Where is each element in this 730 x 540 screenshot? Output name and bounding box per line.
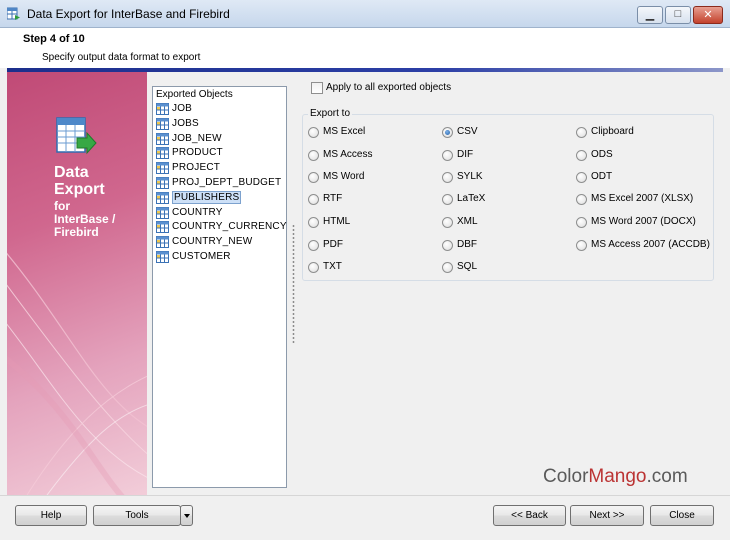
apply-all-checkbox[interactable] <box>311 82 323 94</box>
app-icon <box>7 7 20 20</box>
table-icon <box>156 250 169 263</box>
radio-dbf[interactable] <box>442 240 453 251</box>
splitter-handle[interactable] <box>292 224 295 344</box>
watermark: ColorMango.com <box>543 466 688 487</box>
list-item-label: JOBS <box>172 117 199 129</box>
list-item[interactable]: JOB_NEW <box>154 132 285 147</box>
radio-rtf[interactable] <box>308 194 319 205</box>
window-title: Data Export for InterBase and Firebird <box>27 7 230 21</box>
table-icon <box>156 176 169 189</box>
radio-sql[interactable] <box>442 262 453 273</box>
maximize-icon: □ <box>674 8 682 20</box>
radio-latex[interactable] <box>442 194 453 205</box>
product-name: Data Export <box>54 164 105 198</box>
table-icon <box>156 147 169 160</box>
list-item[interactable]: PUBLISHERS <box>154 190 285 206</box>
footer-divider <box>0 495 730 496</box>
radio-sylk[interactable] <box>442 172 453 183</box>
apply-all-label: Apply to all exported objects <box>326 82 452 93</box>
radio-accdb[interactable] <box>576 240 587 251</box>
table-icon <box>156 236 169 249</box>
radio-docx[interactable] <box>576 217 587 228</box>
back-button[interactable]: << Back <box>493 505 566 526</box>
tools-dropdown-button[interactable] <box>180 505 193 526</box>
table-icon <box>156 206 169 219</box>
radio-odt[interactable] <box>576 172 587 183</box>
list-item[interactable]: COUNTRY_CURRENCY <box>154 220 287 235</box>
radio-ms-excel[interactable] <box>308 127 319 138</box>
minimize-button[interactable]: ▁ <box>637 6 663 24</box>
step-description: Specify output data format to export <box>42 52 201 63</box>
product-subtitle: for InterBase / Firebird <box>54 199 116 239</box>
list-item-label: PROJ_DEPT_BUDGET <box>172 176 282 188</box>
list-item-label: CUSTOMER <box>172 250 231 262</box>
radio-ms-access[interactable] <box>308 150 319 161</box>
list-item[interactable]: JOBS <box>154 117 285 132</box>
radio-html[interactable] <box>308 217 319 228</box>
help-button[interactable]: Help <box>15 505 87 526</box>
branding-panel: Data Export for InterBase / Firebird <box>7 72 147 495</box>
table-icon <box>156 162 169 175</box>
list-item[interactable]: PROJ_DEPT_BUDGET <box>154 176 285 191</box>
list-item-label: PUBLISHERS <box>172 190 242 204</box>
list-caption: Exported Objects <box>156 89 233 100</box>
data-export-logo-icon <box>56 117 97 155</box>
radio-xml[interactable] <box>442 217 453 228</box>
radio-pdf[interactable] <box>308 240 319 251</box>
minimize-icon: ▁ <box>645 9 655 21</box>
table-icon <box>156 117 169 130</box>
table-icon <box>156 132 169 145</box>
radio-dif[interactable] <box>442 150 453 161</box>
title-bar: Data Export for InterBase and Firebird ▁… <box>0 0 730 28</box>
list-item[interactable]: PROJECT <box>154 161 285 176</box>
list-item-label: PRODUCT <box>172 147 223 159</box>
list-item-label: JOB_NEW <box>172 132 222 144</box>
step-header: Step 4 of 10 Specify output data format … <box>0 28 730 68</box>
table-icon <box>156 191 169 204</box>
radio-ods[interactable] <box>576 150 587 161</box>
radio-xlsx[interactable] <box>576 194 587 205</box>
exported-objects-list[interactable]: Exported Objects JOB JOBS JOB_NEW PRODUCT PR… <box>152 86 287 488</box>
list-item[interactable]: PRODUCT <box>154 146 285 161</box>
list-item-label: JOB <box>172 103 193 114</box>
list-item-label: COUNTRY_CURRENCY <box>172 221 287 233</box>
table-icon <box>156 103 169 115</box>
objects-items: JOB JOBS JOB_NEW PRODUCT PROJECT PROJ_DEPT_BU… <box>154 102 287 265</box>
table-icon <box>156 221 169 234</box>
radio-clipboard[interactable] <box>576 127 587 138</box>
list-item-label: PROJECT <box>172 162 221 174</box>
step-title: Step 4 of 10 <box>23 33 85 45</box>
list-item[interactable]: CUSTOMER <box>154 250 285 265</box>
list-item[interactable]: COUNTRY_NEW <box>154 235 285 250</box>
dropdown-arrow-icon <box>184 514 190 518</box>
maximize-button[interactable]: □ <box>665 6 691 24</box>
radio-txt[interactable] <box>308 262 319 273</box>
list-item-label: COUNTRY_NEW <box>172 236 253 248</box>
next-button[interactable]: Next >> <box>570 505 644 526</box>
list-item[interactable]: JOB <box>154 102 285 117</box>
close-icon: ✕ <box>703 9 713 21</box>
tools-button[interactable]: Tools <box>93 505 181 526</box>
close-window-button[interactable]: ✕ <box>693 6 723 24</box>
list-item-label: COUNTRY <box>172 206 223 218</box>
radio-csv[interactable] <box>442 127 453 138</box>
radio-ms-word[interactable] <box>308 172 319 183</box>
close-button[interactable]: Close <box>650 505 714 526</box>
list-item[interactable]: COUNTRY <box>154 206 285 221</box>
export-to-caption: Export to <box>308 108 353 119</box>
